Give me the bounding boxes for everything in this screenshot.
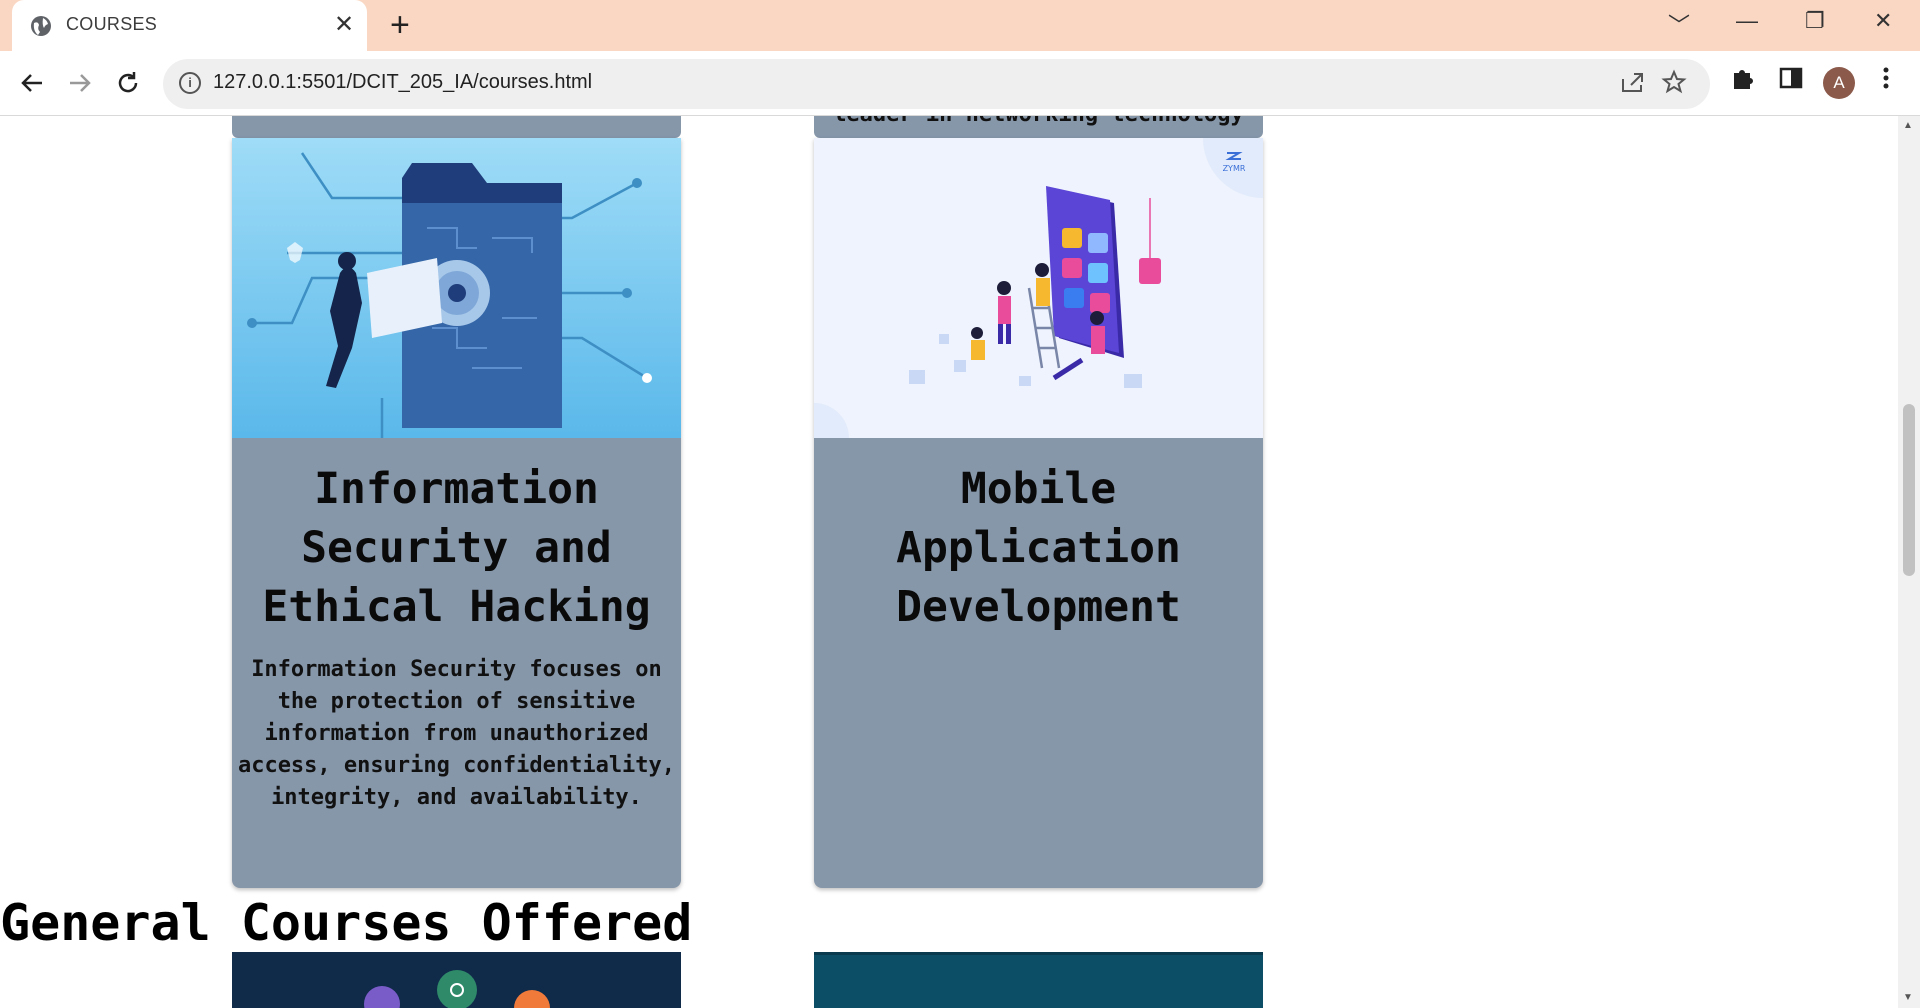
new-tab-button[interactable]: + (390, 6, 410, 45)
previous-card-text: leader in networking technology (814, 116, 1263, 130)
course-card-mobile[interactable]: ZYMR Mobile Application Development (814, 138, 1263, 888)
next-card-right[interactable] (814, 952, 1263, 1008)
extensions-icon[interactable] (1730, 65, 1756, 91)
reload-icon[interactable] (110, 65, 146, 101)
previous-card-right: leader in networking technology (814, 116, 1263, 138)
page-scrollbar[interactable]: ▲ ▼ (1898, 116, 1920, 1008)
tab-search-icon[interactable]: ﹀ (1668, 8, 1690, 40)
browser-tab[interactable]: COURSES ✕ (12, 0, 367, 51)
previous-card-left (232, 116, 681, 138)
restore-icon[interactable]: ❐ (1805, 8, 1825, 34)
page-viewport: leader in networking technology (0, 116, 1898, 1008)
card-description: Information Security focuses on the prot… (237, 657, 676, 810)
side-panel-icon[interactable] (1778, 65, 1804, 91)
bookmark-star-icon[interactable] (1661, 69, 1687, 95)
address-bar[interactable]: i 127.0.0.1:5501/DCIT_205_IA/courses.htm… (163, 59, 1710, 109)
share-icon[interactable] (1619, 69, 1645, 95)
zymr-logo: ZYMR (1223, 164, 1246, 173)
close-window-icon[interactable]: ✕ (1874, 8, 1892, 34)
scroll-up-icon[interactable]: ▲ (1903, 120, 1913, 131)
site-info-icon[interactable]: i (179, 72, 201, 94)
scroll-thumb[interactable] (1903, 404, 1915, 576)
mobile-image: ZYMR (814, 138, 1263, 438)
back-icon[interactable] (14, 65, 50, 101)
menu-dots-icon[interactable] (1876, 65, 1896, 91)
tab-strip: COURSES ✕ + ﹀ — ❐ ✕ (0, 0, 1920, 51)
url-text[interactable]: 127.0.0.1:5501/DCIT_205_IA/courses.html (213, 71, 592, 94)
mobile-app-illustration-icon: ZYMR (814, 138, 1263, 438)
infosec-image (232, 138, 681, 438)
close-tab-icon[interactable]: ✕ (334, 10, 354, 39)
general-course-image-icon (364, 970, 550, 1008)
globe-icon (31, 16, 51, 36)
next-card-left[interactable] (232, 952, 681, 1008)
card-title: Mobile Application Development (896, 464, 1181, 632)
scroll-down-icon[interactable]: ▼ (1903, 992, 1913, 1003)
security-illustration-icon (232, 138, 681, 438)
profile-avatar[interactable]: A (1823, 67, 1855, 99)
minimize-icon[interactable]: — (1736, 8, 1758, 34)
tab-title: COURSES (66, 14, 158, 34)
browser-toolbar: i 127.0.0.1:5501/DCIT_205_IA/courses.htm… (0, 51, 1920, 116)
forward-icon[interactable] (62, 65, 98, 101)
section-heading: General Courses Offered (0, 894, 693, 952)
course-card-infosec[interactable]: Information Security and Ethical Hacking… (232, 138, 681, 888)
card-title: Information Security and Ethical Hacking (262, 464, 651, 632)
